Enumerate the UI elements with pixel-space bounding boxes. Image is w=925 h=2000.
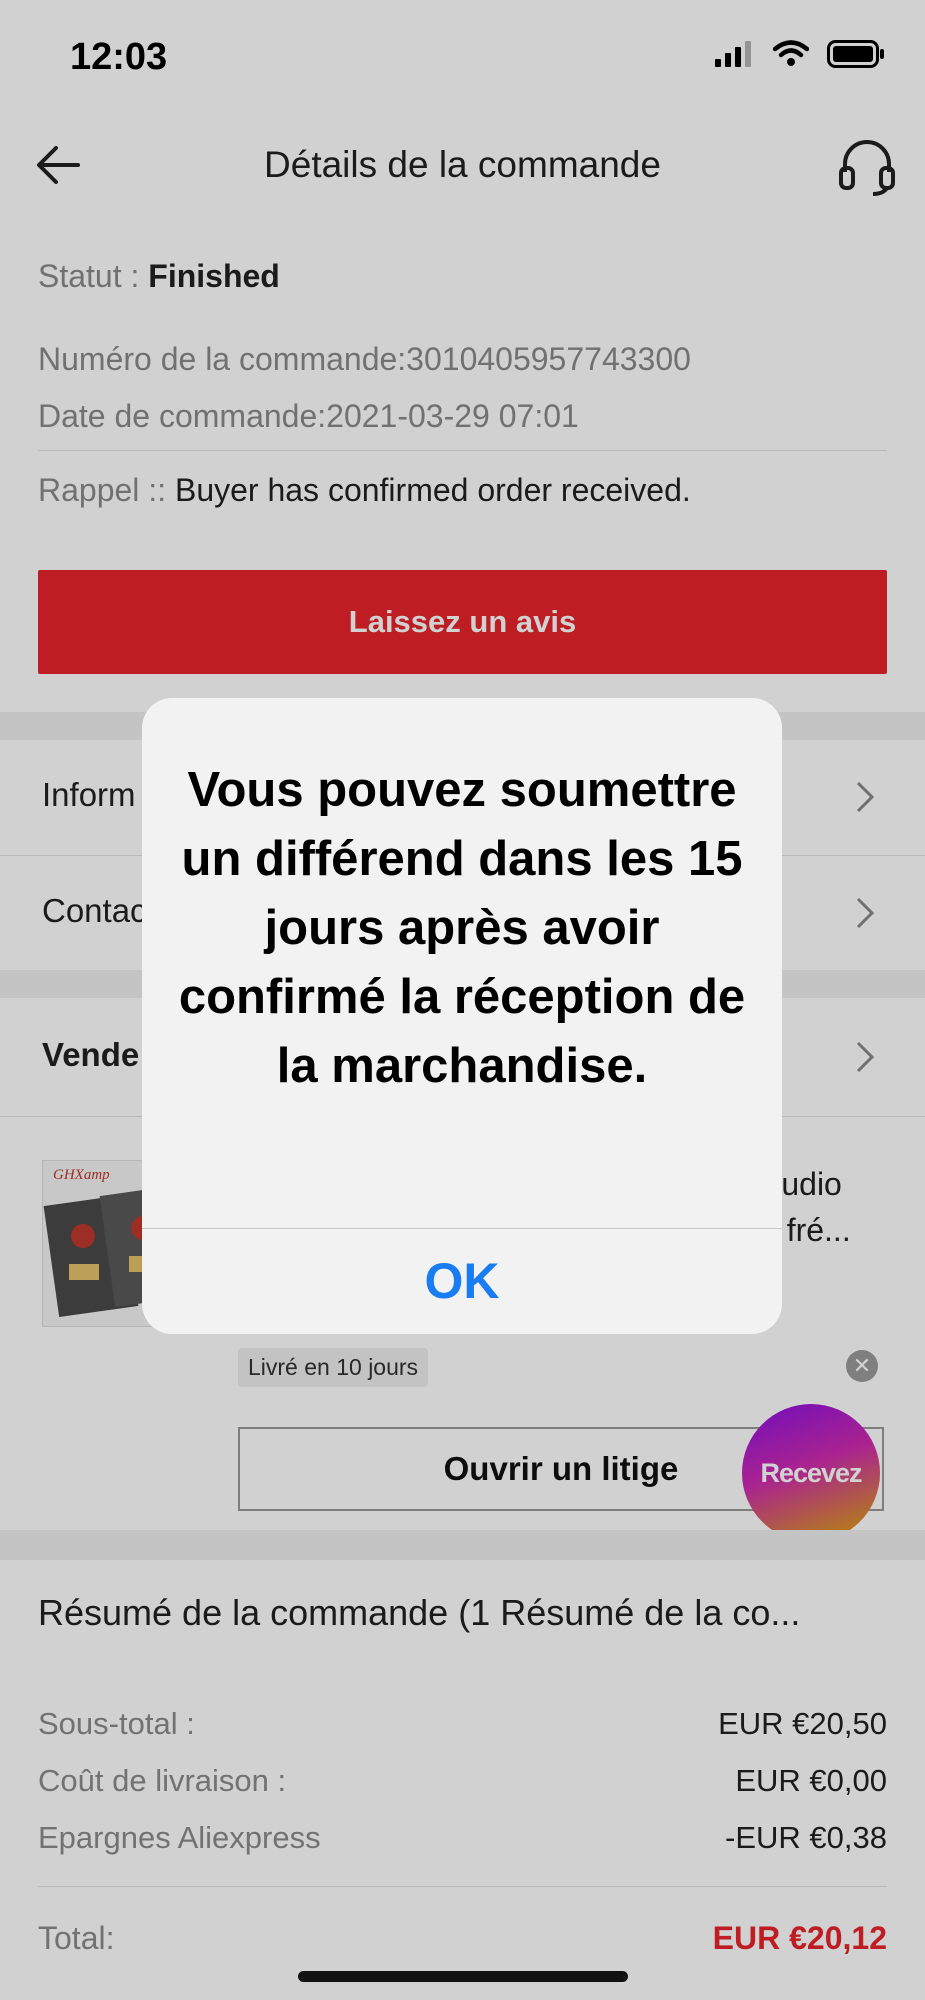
alert-ok-button[interactable]: OK (142, 1228, 782, 1334)
alert-message: Vous pouvez soumettre un différend dans … (178, 763, 746, 1093)
home-indicator[interactable] (298, 1971, 628, 1982)
alert-dialog: Vous pouvez soumettre un différend dans … (142, 698, 782, 1334)
